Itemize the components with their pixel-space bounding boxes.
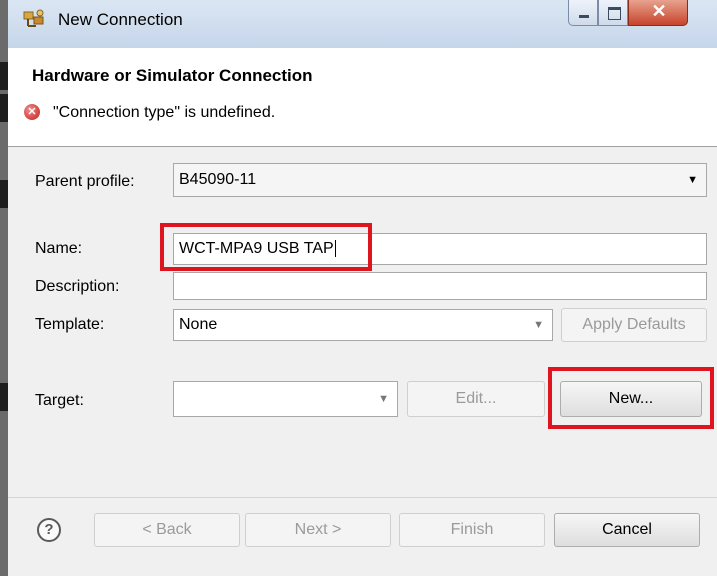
back-button[interactable]: < Back <box>94 513 240 547</box>
new-connection-dialog: New Connection ✕ Hardware or Simulator C… <box>0 0 717 576</box>
title-bar[interactable]: New Connection ✕ <box>8 0 717 48</box>
header-divider <box>8 146 717 147</box>
chevron-down-icon: ▼ <box>687 174 698 186</box>
chevron-down-icon: ▼ <box>533 319 544 331</box>
name-highlight-box <box>160 223 372 271</box>
parent-profile-select[interactable]: B45090-11 ▼ <box>173 163 707 197</box>
finish-button[interactable]: Finish <box>399 513 545 547</box>
apply-defaults-button[interactable]: Apply Defaults <box>561 308 707 342</box>
help-icon[interactable]: ? <box>37 518 61 542</box>
close-icon: ✕ <box>651 1 667 21</box>
minimize-button[interactable] <box>568 0 598 26</box>
parent-profile-label: Parent profile: <box>35 173 135 190</box>
page-title: Hardware or Simulator Connection <box>32 66 313 85</box>
wizard-header: Hardware or Simulator Connection ✕ "Conn… <box>8 48 717 146</box>
background-window-edge <box>0 0 8 576</box>
template-select[interactable]: None ▼ <box>173 309 553 341</box>
cancel-button[interactable]: Cancel <box>554 513 700 547</box>
target-label: Target: <box>35 392 84 409</box>
chevron-down-icon: ▼ <box>378 393 389 405</box>
description-label: Description: <box>35 278 120 295</box>
template-value: None <box>179 316 218 333</box>
footer-divider <box>8 497 717 498</box>
next-button[interactable]: Next > <box>245 513 391 547</box>
minimize-icon <box>579 15 589 18</box>
connection-icon <box>23 9 44 27</box>
error-icon: ✕ <box>24 104 40 120</box>
maximize-icon <box>608 7 621 20</box>
parent-profile-value: B45090-11 <box>179 171 257 188</box>
new-button-highlight-box <box>548 367 714 429</box>
window-title: New Connection <box>58 10 183 29</box>
target-select[interactable]: ▼ <box>173 381 398 417</box>
description-input[interactable] <box>173 272 707 300</box>
edit-target-button[interactable]: Edit... <box>407 381 545 417</box>
close-button[interactable]: ✕ <box>628 0 688 26</box>
template-label: Template: <box>35 316 105 333</box>
name-label: Name: <box>35 240 83 257</box>
maximize-button[interactable] <box>598 0 628 26</box>
error-message: "Connection type" is undefined. <box>53 104 276 121</box>
